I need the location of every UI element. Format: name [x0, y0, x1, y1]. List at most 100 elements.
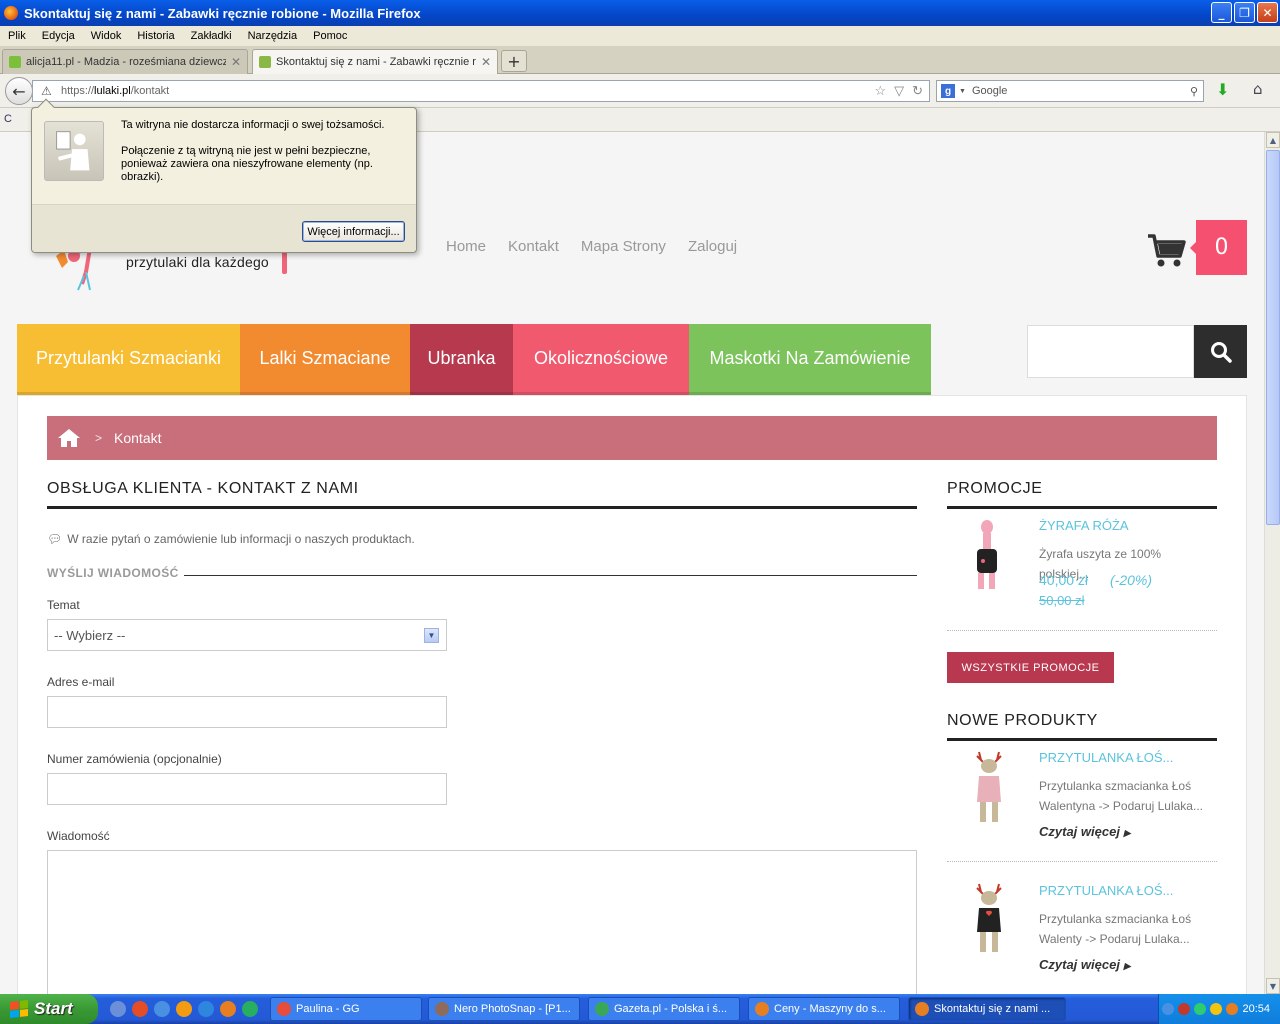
start-button[interactable]: Start	[0, 994, 98, 1024]
google-icon[interactable]: g	[941, 84, 955, 98]
message-textarea[interactable]	[47, 850, 917, 994]
tray-app-icon[interactable]	[1194, 1003, 1207, 1015]
more-info-button[interactable]: Więcej informacji...	[302, 221, 405, 242]
scroll-down-icon[interactable]: ▼	[1266, 978, 1280, 994]
nav-home[interactable]: Home	[446, 238, 486, 255]
bookmark-item[interactable]: C	[4, 113, 12, 125]
taskbar-nero[interactable]: Nero PhotoSnap - [P1...	[428, 997, 580, 1021]
new-product-name[interactable]: PRZYTULANKA ŁOŚ...	[1039, 750, 1173, 765]
divider	[947, 630, 1217, 631]
search-bar[interactable]: g ▼ Google ⚲	[936, 80, 1204, 102]
menu-plik[interactable]: Plik	[0, 30, 34, 42]
reload-icon[interactable]: ↻	[912, 83, 923, 99]
home-icon[interactable]	[57, 428, 81, 448]
quicklaunch-firefox-icon[interactable]	[220, 1001, 236, 1017]
chrome-icon	[595, 1002, 609, 1016]
task-label: Ceny - Maszyny do s...	[774, 1003, 886, 1015]
giraffe-product-image[interactable]	[965, 517, 1015, 597]
speech-bubble-icon: 💬︎	[47, 532, 63, 546]
minimize-button[interactable]: _	[1211, 2, 1232, 23]
search-icon[interactable]: ⚲	[1190, 85, 1203, 98]
cart-count-badge[interactable]: 0	[1190, 220, 1247, 275]
quicklaunch-app-icon[interactable]	[132, 1001, 148, 1017]
subject-select[interactable]: -- Wybierz -- ▼	[47, 619, 447, 651]
page-scrollbar[interactable]: ▲ ▼	[1264, 132, 1280, 994]
quicklaunch-firefox-icon[interactable]	[176, 1001, 192, 1017]
chevron-down-icon[interactable]: ▼	[424, 628, 439, 643]
search-engine-dropdown-icon[interactable]: ▼	[959, 88, 966, 95]
promo-product-price: 40,00 zł	[1039, 572, 1089, 588]
category-label: Okolicznościowe	[533, 347, 669, 368]
tab-lulaki-kontakt[interactable]: Skontaktuj się z nami - Zabawki ręcznie …	[252, 49, 498, 74]
all-promotions-button[interactable]: WSZYSTKIE PROMOCJE	[947, 652, 1114, 683]
promo-product-name[interactable]: ŻYRAFA RÓŻA	[1039, 518, 1129, 533]
bookmark-star-icon[interactable]: ☆	[874, 83, 886, 99]
quicklaunch-chrome-icon[interactable]	[242, 1001, 258, 1017]
menu-zakladki[interactable]: Zakładki	[183, 30, 240, 42]
category-maskotki[interactable]: Maskotki Na Zamówienie	[689, 324, 931, 395]
taskbar-skontaktuj[interactable]: Skontaktuj się z nami ...	[908, 997, 1066, 1021]
search-icon	[1210, 341, 1232, 363]
moose-walentyna-product-image[interactable]	[965, 750, 1015, 830]
breadcrumb-current: Kontakt	[114, 430, 162, 446]
category-label: Ubranka	[427, 347, 496, 368]
tray-app-icon[interactable]	[1210, 1003, 1223, 1015]
taskbar-ceny[interactable]: Ceny - Maszyny do s...	[748, 997, 900, 1021]
gg-icon	[277, 1002, 291, 1016]
new-product-name[interactable]: PRZYTULANKA ŁOŚ...	[1039, 883, 1173, 898]
tray-app-icon[interactable]	[1178, 1003, 1191, 1015]
site-tagline: przytulaki dla każdego	[126, 254, 269, 270]
tray-arrow-icon[interactable]	[1162, 1003, 1175, 1015]
read-more-link[interactable]: Czytaj więcej ▶	[1039, 824, 1130, 839]
tray-app-icon[interactable]	[1226, 1003, 1239, 1015]
breadcrumb-separator: >	[95, 431, 103, 445]
quicklaunch-ie-icon[interactable]	[198, 1001, 214, 1017]
category-okolicznosciowe[interactable]: Okolicznościowe	[513, 324, 689, 395]
menu-pomoc[interactable]: Pomoc	[305, 30, 355, 42]
category-lalki[interactable]: Lalki Szmaciane	[240, 324, 410, 395]
taskbar-gazeta[interactable]: Gazeta.pl - Polska i ś...	[588, 997, 740, 1021]
taskbar-gg[interactable]: Paulina - GG	[270, 997, 422, 1021]
nav-kontakt[interactable]: Kontakt	[508, 238, 559, 255]
order-number-field[interactable]	[47, 773, 447, 805]
tab-close-icon[interactable]: ✕	[481, 55, 491, 69]
scroll-up-icon[interactable]: ▲	[1266, 132, 1280, 148]
tab-bar: alicja11.pl - Madzia - roześmiana dziewc…	[0, 46, 1280, 74]
back-button[interactable]: ←	[5, 77, 33, 105]
order-number-label: Numer zamówienia (opcjonalnie)	[47, 752, 222, 766]
scrollbar-thumb[interactable]	[1266, 150, 1280, 525]
moose-walenty-product-image[interactable]	[965, 882, 1015, 962]
menu-narzedzia[interactable]: Narzędzia	[240, 30, 306, 42]
warning-icon[interactable]: ⚠	[41, 84, 55, 98]
tab-close-icon[interactable]: ✕	[231, 55, 241, 69]
site-search-input[interactable]	[1027, 325, 1194, 378]
menu-edycja[interactable]: Edycja	[34, 30, 83, 42]
tab-favicon-icon	[259, 56, 271, 68]
home-icon[interactable]: ⌂	[1253, 80, 1263, 98]
caret-right-icon: ▶	[1123, 828, 1131, 838]
email-field[interactable]	[47, 696, 447, 728]
quicklaunch-app-icon[interactable]	[110, 1001, 126, 1017]
nav-mapa-strony[interactable]: Mapa Strony	[581, 238, 666, 255]
cart-icon[interactable]	[1146, 232, 1186, 268]
maximize-button[interactable]: ❐	[1234, 2, 1255, 23]
category-przytulanki[interactable]: Przytulanki Szmacianki	[17, 324, 240, 395]
new-tab-button[interactable]: +	[501, 50, 527, 72]
clock[interactable]: 20:54	[1242, 1003, 1270, 1015]
tab-alicja[interactable]: alicja11.pl - Madzia - roześmiana dziewc…	[2, 49, 248, 74]
url-bar[interactable]: ⚠ https://lulaki.pl/kontakt ☆ ▽ ↻	[32, 80, 930, 102]
task-label: Paulina - GG	[296, 1003, 360, 1015]
quicklaunch-app-icon[interactable]	[154, 1001, 170, 1017]
read-more-link[interactable]: Czytaj więcej ▶	[1039, 957, 1130, 972]
web-page: przytulaki dla każdego Home Kontakt Mapa…	[0, 132, 1264, 994]
close-window-button[interactable]: ✕	[1257, 2, 1278, 23]
nav-zaloguj[interactable]: Zaloguj	[688, 238, 737, 255]
category-ubranka[interactable]: Ubranka	[410, 324, 513, 395]
menu-widok[interactable]: Widok	[83, 30, 130, 42]
menu-historia[interactable]: Historia	[129, 30, 182, 42]
download-icon[interactable]: ⬇	[1216, 80, 1229, 99]
site-search-button[interactable]	[1194, 325, 1247, 378]
history-dropdown-icon[interactable]: ▽	[894, 83, 904, 99]
top-navigation: Home Kontakt Mapa Strony Zaloguj	[446, 238, 737, 255]
form-section-title: WYŚLIJ WIADOMOŚĆ	[47, 566, 179, 580]
